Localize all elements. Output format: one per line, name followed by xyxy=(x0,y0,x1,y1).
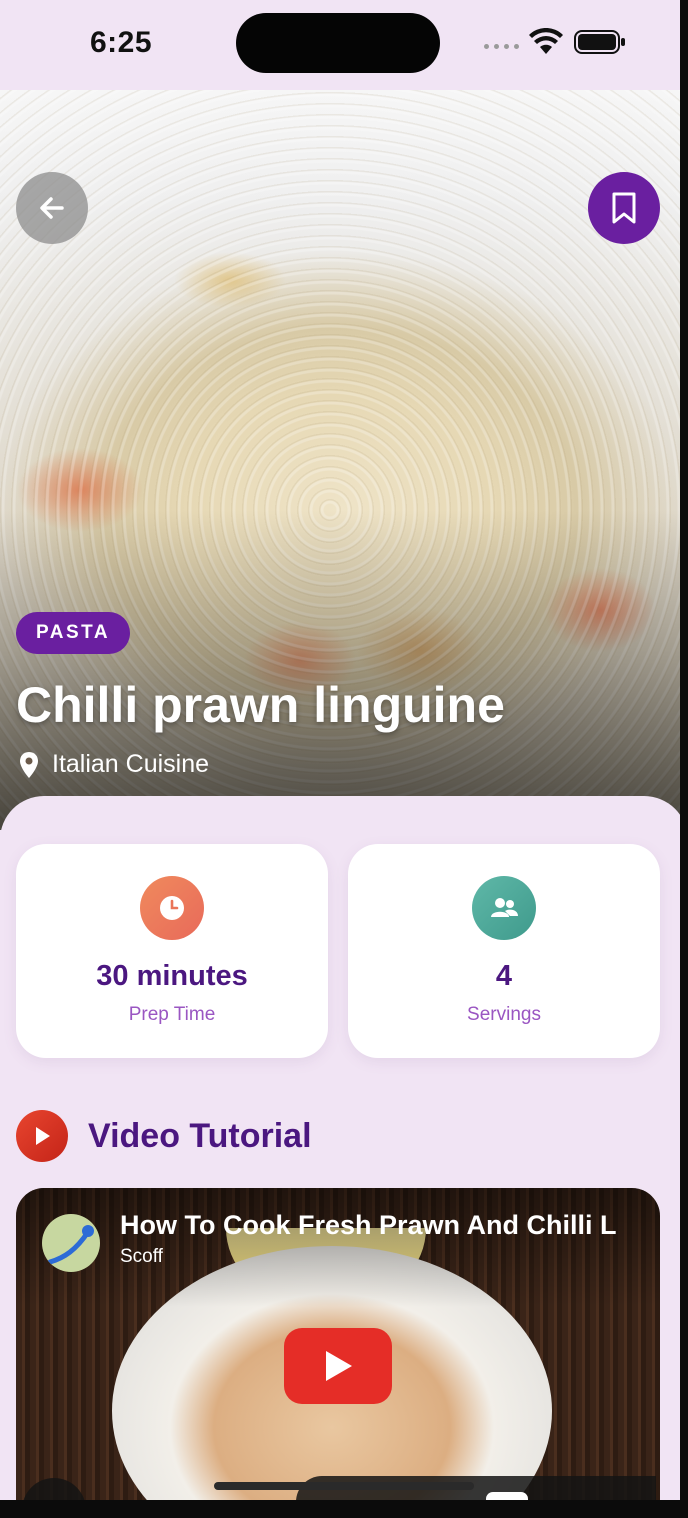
arrow-left-icon xyxy=(40,197,64,219)
device-frame-bottom xyxy=(0,1500,688,1518)
video-section-title: Video Tutorial xyxy=(88,1116,312,1155)
bookmark-icon xyxy=(612,192,636,224)
status-bar: 6:25 xyxy=(0,0,688,90)
video-section-header: Video Tutorial xyxy=(16,1110,312,1162)
servings-label: Servings xyxy=(467,1004,541,1025)
cuisine-label: Italian Cuisine xyxy=(52,750,210,778)
prep-time-label: Prep Time xyxy=(128,1004,216,1025)
prep-time-value: 30 minutes xyxy=(96,960,248,992)
app-screen: 6:25 PASTA Chilli prawn linguine Italian… xyxy=(0,0,688,1518)
servings-value: 4 xyxy=(495,960,513,992)
home-indicator[interactable] xyxy=(214,1482,474,1490)
people-icon xyxy=(472,876,536,940)
youtube-play-button[interactable] xyxy=(284,1328,392,1404)
back-button[interactable] xyxy=(16,172,88,244)
recipe-title: Chilli prawn linguine xyxy=(16,677,505,733)
servings-card: 4 Servings xyxy=(348,844,660,1058)
status-time: 6:25 xyxy=(90,26,153,59)
recipe-hero-image: PASTA Chilli prawn linguine Italian Cuis… xyxy=(0,90,688,830)
play-circle-icon xyxy=(16,1110,68,1162)
cuisine-location: Italian Cuisine xyxy=(18,750,209,779)
device-frame-edge xyxy=(680,0,688,1518)
cellular-signal-icon xyxy=(484,44,519,49)
hero-gradient-overlay xyxy=(0,510,688,830)
bookmark-button[interactable] xyxy=(588,172,660,244)
prep-time-card: 30 minutes Prep Time xyxy=(16,844,328,1058)
wifi-icon xyxy=(529,28,563,54)
location-pin-icon xyxy=(20,751,38,778)
play-icon xyxy=(326,1351,352,1381)
video-title[interactable]: How To Cook Fresh Prawn And Chilli L xyxy=(120,1210,640,1241)
clock-icon xyxy=(140,876,204,940)
category-badge: PASTA xyxy=(16,612,131,654)
youtube-video-player[interactable]: How To Cook Fresh Prawn And Chilli L Sco… xyxy=(16,1188,660,1518)
battery-icon xyxy=(574,30,625,54)
channel-avatar[interactable] xyxy=(42,1214,100,1272)
dynamic-island xyxy=(236,13,440,73)
channel-name[interactable]: Scoff xyxy=(120,1246,163,1268)
recipe-details-sheet: 30 minutes Prep Time 4 Servings Video Tu… xyxy=(0,796,688,1518)
